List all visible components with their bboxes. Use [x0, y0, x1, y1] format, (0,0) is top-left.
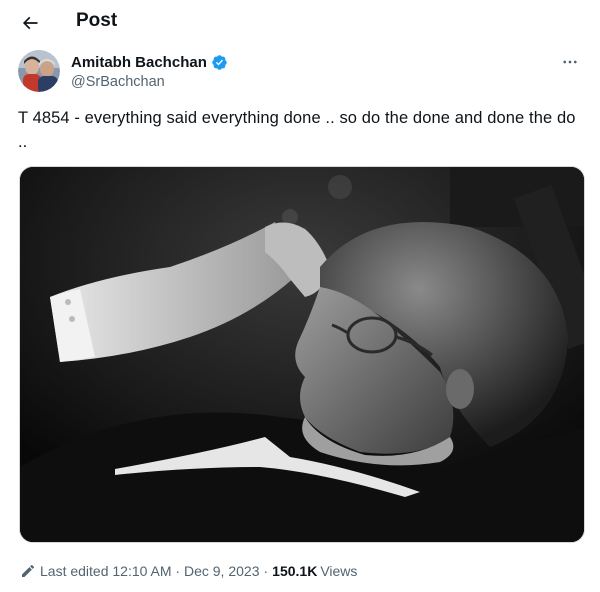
author-display-name[interactable]: Amitabh Bachchan	[71, 54, 207, 71]
verified-badge-icon[interactable]	[211, 54, 228, 71]
arrow-left-icon	[22, 16, 38, 30]
more-horizontal-icon	[563, 60, 577, 64]
pencil-icon[interactable]	[20, 563, 36, 579]
post-meta-row: Last edited 12:10 AM · Dec 9, 2023 · 150…	[20, 561, 357, 581]
views-label: Views	[320, 563, 358, 579]
tweet-text: T 4854 - everything said everything done…	[18, 109, 576, 151]
avatar[interactable]	[18, 50, 60, 92]
author-row: Amitabh Bachchan @SrBachchan	[18, 50, 588, 94]
last-edited-link[interactable]: Last edited 12:10 AM · Dec 9, 2023	[40, 563, 259, 579]
tweet-photo[interactable]	[19, 166, 585, 543]
views-count[interactable]: 150.1K	[272, 563, 317, 579]
back-button[interactable]	[14, 8, 46, 38]
post-header: Post	[0, 0, 600, 46]
page-title: Post	[76, 10, 118, 31]
more-options-button[interactable]	[558, 52, 582, 72]
meta-separator: ·	[263, 563, 269, 579]
author-name-block: Amitabh Bachchan @SrBachchan	[71, 52, 228, 90]
author-handle[interactable]: @SrBachchan	[71, 74, 228, 90]
